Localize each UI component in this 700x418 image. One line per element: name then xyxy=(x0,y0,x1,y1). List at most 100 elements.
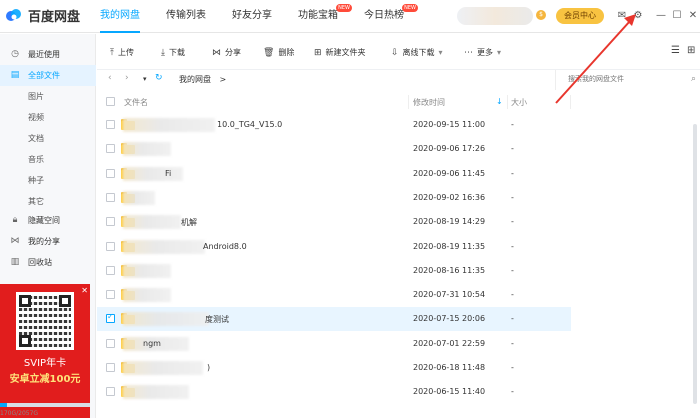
file-name[interactable]: ) xyxy=(207,363,210,372)
more-icon: ⋯ xyxy=(464,47,473,58)
file-name[interactable]: 机解 xyxy=(181,217,197,228)
modified-date: 2020-09-02 16:36 xyxy=(413,192,486,202)
row-checkbox[interactable] xyxy=(106,144,115,154)
redacted-filename xyxy=(123,385,189,400)
row-checkbox[interactable] xyxy=(106,217,115,227)
sort-list-icon[interactable]: ☰ xyxy=(671,45,680,56)
user-avatar[interactable] xyxy=(457,7,533,25)
column-header-name[interactable]: 文件名 xyxy=(124,97,148,108)
modified-date: 2020-08-19 14:29 xyxy=(413,217,486,227)
close-icon[interactable]: ✕ xyxy=(81,286,88,295)
column-header-size[interactable]: 大小 xyxy=(511,97,527,108)
app-logo[interactable]: 百度网盘 xyxy=(4,5,80,25)
sidebar-item-others[interactable]: 其它 xyxy=(0,191,96,212)
new-folder-button[interactable]: ⊞ 新建文件夹 xyxy=(314,47,366,58)
sidebar-item-torrents[interactable]: 种子 xyxy=(0,170,96,191)
file-name[interactable]: 10.0_TG4_V15.0 xyxy=(217,120,282,129)
redacted-filename xyxy=(123,142,171,157)
file-name[interactable]: ngm xyxy=(143,339,161,348)
redacted-filename xyxy=(123,215,181,230)
app-title: 百度网盘 xyxy=(28,9,81,25)
row-checkbox[interactable] xyxy=(106,290,115,300)
row-checkbox[interactable] xyxy=(106,387,115,397)
row-checkbox[interactable] xyxy=(106,338,115,348)
share-button[interactable]: ⋈ 分享 xyxy=(212,47,241,58)
lock-icon: 🔒︎ xyxy=(12,215,18,225)
modified-date: 2020-08-19 11:35 xyxy=(413,241,486,251)
tab-friend-share[interactable]: 好友分享 xyxy=(232,0,272,33)
row-checkbox[interactable] xyxy=(106,265,115,275)
offline-download-icon: ⇩ xyxy=(391,47,399,58)
history-dropdown-icon[interactable]: ▾ xyxy=(143,75,147,83)
modified-date: 2020-07-01 22:59 xyxy=(413,338,486,348)
row-checkbox[interactable] xyxy=(106,241,115,251)
search-input[interactable] xyxy=(568,70,688,88)
file-name[interactable]: 度测试 xyxy=(205,314,229,325)
sidebar-item-my-shares[interactable]: ⋈ 我的分享 xyxy=(0,231,96,252)
more-button[interactable]: ⋯ 更多 ▾ xyxy=(464,47,501,58)
maximize-icon[interactable]: ☐ xyxy=(670,9,684,23)
sidebar-item-recycle-bin[interactable]: ▥ 回收站 xyxy=(0,252,96,273)
column-header-modified[interactable]: 修改时间 xyxy=(413,97,445,108)
sidebar-item-videos[interactable]: 视频 xyxy=(0,107,96,128)
file-size: - xyxy=(511,217,514,227)
file-name[interactable]: Android8.0 xyxy=(203,242,247,251)
tab-hot-list[interactable]: 今日热榜 NEW xyxy=(364,0,418,33)
upload-button[interactable]: ⤒ 上传 xyxy=(110,47,134,58)
file-size: - xyxy=(511,241,514,251)
table-row[interactable]: 2020-09-06 17:26 - xyxy=(97,137,571,161)
table-row[interactable]: 2020-09-02 16:36 - xyxy=(97,186,571,210)
breadcrumb-item-my-netdisk[interactable]: 我的网盘 xyxy=(179,75,211,84)
file-size: - xyxy=(511,338,514,348)
row-checkbox[interactable] xyxy=(106,312,115,324)
table-row[interactable]: 10.0_TG4_V15.0 2020-09-15 11:00 - xyxy=(97,113,571,137)
row-checkbox[interactable] xyxy=(106,192,115,202)
table-row[interactable]: 2020-08-16 11:35 - xyxy=(97,259,571,283)
promo-title: SVIP年卡 xyxy=(23,358,67,369)
sort-descending-icon[interactable]: ↓ xyxy=(496,97,503,106)
tab-my-netdisk[interactable]: 我的网盘 xyxy=(100,0,140,33)
close-icon[interactable]: ✕ xyxy=(686,9,700,23)
search-box: ⌕ xyxy=(555,70,700,90)
settings-gear-icon[interactable]: ⚙ xyxy=(631,9,645,23)
sidebar-item-images[interactable]: 图片 xyxy=(0,86,96,107)
forward-arrow-icon[interactable]: › xyxy=(125,73,129,83)
table-row[interactable]: 机解 2020-08-19 14:29 - xyxy=(97,210,571,234)
tab-feature-box[interactable]: 功能宝箱 NEW xyxy=(298,0,352,33)
table-row[interactable]: Android8.0 2020-08-19 11:35 - xyxy=(97,235,571,259)
sidebar-item-documents[interactable]: 文档 xyxy=(0,128,96,149)
row-checkbox[interactable] xyxy=(106,363,115,372)
download-button[interactable]: ⤓ 下载 xyxy=(161,47,185,58)
table-row[interactable]: ngm 2020-07-01 22:59 - xyxy=(97,332,571,356)
minimize-icon[interactable]: — xyxy=(654,9,668,23)
table-row[interactable]: Fi 2020-09-06 11:45 - xyxy=(97,162,571,186)
redacted-filename xyxy=(123,312,209,327)
row-checkbox[interactable] xyxy=(106,168,115,178)
mail-icon[interactable]: ✉ xyxy=(615,9,629,23)
search-icon[interactable]: ⌕ xyxy=(691,74,696,84)
row-checkbox[interactable] xyxy=(106,120,115,129)
tab-transfer-list[interactable]: 传输列表 xyxy=(166,0,206,33)
scrollbar[interactable] xyxy=(693,124,697,404)
select-all-checkbox[interactable] xyxy=(106,97,115,106)
chevron-down-icon: ▾ xyxy=(497,48,502,57)
table-row[interactable]: ) 2020-06-18 11:48 - xyxy=(97,356,571,380)
breadcrumb-separator: > xyxy=(219,75,227,84)
member-center-button[interactable]: 会员中心 xyxy=(556,8,604,24)
offline-download-button[interactable]: ⇩ 离线下载 ▾ xyxy=(391,47,443,58)
sidebar-item-all-files[interactable]: ▤ 全部文件 xyxy=(0,65,96,86)
table-row[interactable]: 2020-06-15 11:40 - xyxy=(97,380,571,404)
delete-button[interactable]: 🗑︎ 删除 xyxy=(263,47,294,58)
redacted-filename xyxy=(123,118,215,132)
file-name[interactable]: Fi xyxy=(165,169,171,178)
svip-promo-banner[interactable]: ✕ SVIP年卡 安卓立减100元 xyxy=(0,284,90,418)
refresh-icon[interactable]: ↻ xyxy=(155,73,163,83)
table-row[interactable]: 度测试 2020-07-15 20:06 - xyxy=(97,307,571,332)
sidebar-item-music[interactable]: 音乐 xyxy=(0,149,96,170)
sidebar-item-recent[interactable]: ◷ 最近使用 xyxy=(0,44,96,65)
table-row[interactable]: 2020-07-31 10:54 - xyxy=(97,283,571,307)
file-size: - xyxy=(511,120,514,129)
grid-view-icon[interactable]: ⊞ xyxy=(687,45,695,56)
sidebar-item-hidden-space[interactable]: 🔒︎ 隐藏空间 xyxy=(0,210,96,231)
back-arrow-icon[interactable]: ‹ xyxy=(108,73,112,83)
